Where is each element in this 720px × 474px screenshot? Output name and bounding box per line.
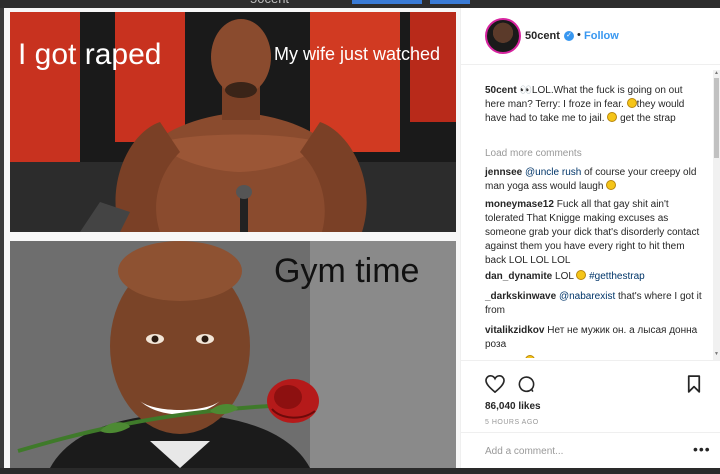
post-modal: I got raped My wife just watched Gym tim… (4, 8, 720, 468)
comment-username[interactable]: jennsee (485, 167, 522, 178)
scroll-up-icon[interactable]: ▲ (713, 70, 720, 76)
meme-caption-top-left: I got raped (18, 38, 162, 71)
scrollbar-thumb[interactable] (714, 78, 719, 158)
comment-hashtag[interactable]: #getthestrap (589, 271, 645, 282)
follow-button[interactable]: Follow (584, 30, 619, 42)
avatar[interactable] (485, 18, 521, 54)
heart-icon[interactable] (485, 375, 505, 393)
add-comment-input[interactable]: Add a comment... (485, 446, 563, 457)
grin-emoji-icon (606, 180, 617, 190)
likes-count[interactable]: 86,040 likes (485, 401, 541, 412)
comment-username[interactable]: zoe_rev (485, 356, 522, 358)
list-item: zoe_rev (485, 355, 703, 358)
post-media[interactable]: I got raped My wife just watched Gym tim… (4, 8, 460, 468)
grimace-emoji-icon (626, 98, 637, 108)
comment-username[interactable]: dan_dynamite (485, 271, 552, 282)
separator-dot: • (577, 29, 581, 41)
smile-emoji-icon (607, 112, 618, 122)
eyes-emoji-icon: 👀 (519, 85, 532, 96)
post-actions: 86,040 likes 5 HOURS AGO (461, 360, 720, 431)
background-button (430, 0, 470, 4)
background-button (352, 0, 422, 4)
laugh-emoji-icon (576, 270, 587, 280)
caption-comment: 50cent 👀LOL.What the fuck is going on ou… (485, 84, 703, 126)
meme-caption-top-right: My wife just watched (274, 44, 441, 64)
background-title: 50cent (250, 0, 289, 6)
list-item: jennsee @uncle rush of course your creep… (485, 166, 703, 194)
laugh-emoji-icon (525, 355, 536, 358)
caption-text-3: get the strap (620, 113, 676, 124)
comment-username[interactable]: vitalikzidkov (485, 325, 544, 336)
list-item: dan_dynamite LOL #getthestrap (485, 270, 703, 284)
comment-icon[interactable] (517, 375, 536, 394)
background-page-strip-bottom (0, 468, 720, 474)
list-item: moneymase12 Fuck all that gay shit ain't… (485, 198, 703, 268)
caption-username[interactable]: 50cent (485, 85, 517, 96)
comment-text: LOL (555, 271, 574, 282)
post-header: 50cent ✓ • Follow (461, 8, 720, 65)
load-more-comments-button[interactable]: Load more comments (485, 148, 582, 159)
username-link[interactable]: 50cent (525, 30, 560, 42)
comment-mention[interactable]: @nabarexist (559, 291, 615, 302)
post-timestamp[interactable]: 5 HOURS AGO (485, 419, 539, 426)
meme-panel-bottom: Gym time (10, 241, 456, 468)
scroll-down-icon[interactable]: ▼ (713, 351, 720, 357)
background-page-strip: 50cent (0, 0, 720, 8)
meme-caption-bottom: Gym time (274, 252, 420, 290)
add-comment-bar: Add a comment... ••• (461, 432, 720, 468)
comments-list[interactable]: 50cent 👀LOL.What the fuck is going on ou… (461, 70, 713, 358)
bookmark-icon[interactable] (687, 375, 701, 393)
comment-username[interactable]: moneymase12 (485, 199, 554, 210)
meme-panel-top: I got raped My wife just watched (10, 12, 456, 232)
more-options-icon[interactable]: ••• (693, 441, 711, 457)
list-item: vitalikzidkov Нет не мужик он. а лысая д… (485, 324, 703, 352)
post-sidebar: 50cent ✓ • Follow 50cent 👀LOL.What the f… (460, 8, 720, 468)
verified-badge-icon: ✓ (564, 31, 574, 41)
list-item: _darkskinwave @nabarexist that's where I… (485, 290, 703, 318)
comment-username[interactable]: _darkskinwave (485, 291, 556, 302)
comment-mention[interactable]: @uncle rush (525, 167, 581, 178)
